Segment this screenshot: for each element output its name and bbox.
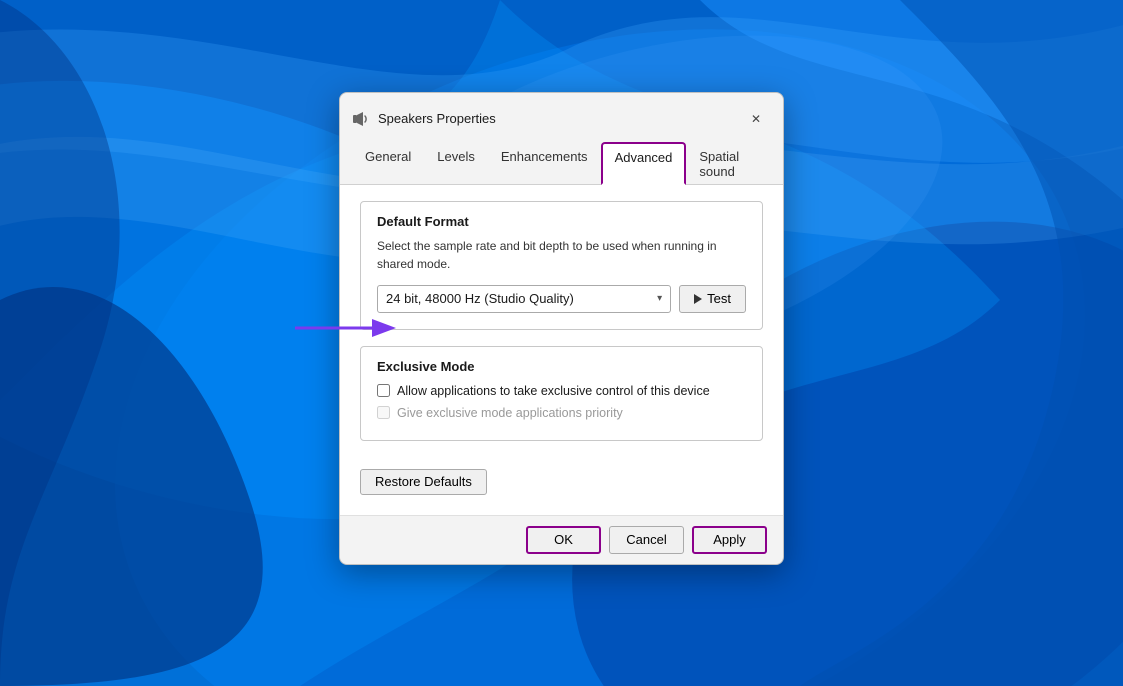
dialog-overlay: Speakers Properties ✕ General Levels Enh… xyxy=(0,0,1123,686)
default-format-title: Default Format xyxy=(377,214,746,229)
ok-button[interactable]: OK xyxy=(526,526,601,554)
default-format-section: Default Format Select the sample rate an… xyxy=(360,201,763,330)
dialog-window: Speakers Properties ✕ General Levels Enh… xyxy=(339,92,784,565)
close-button[interactable]: ✕ xyxy=(741,107,771,131)
format-row: 24 bit, 48000 Hz (Studio Quality) ▾ Test xyxy=(377,285,746,313)
exclusive-control-checkbox[interactable] xyxy=(377,384,390,397)
format-select-value: 24 bit, 48000 Hz (Studio Quality) xyxy=(386,291,574,306)
exclusive-priority-row: Give exclusive mode applications priorit… xyxy=(377,406,746,420)
title-bar: Speakers Properties ✕ xyxy=(340,93,783,133)
exclusive-mode-title: Exclusive Mode xyxy=(377,359,746,374)
exclusive-mode-box: Exclusive Mode Allow applications to tak… xyxy=(360,346,763,441)
exclusive-priority-label: Give exclusive mode applications priorit… xyxy=(397,406,623,420)
restore-area: Restore Defaults xyxy=(360,457,763,499)
format-select[interactable]: 24 bit, 48000 Hz (Studio Quality) ▾ xyxy=(377,285,671,313)
dialog-footer: OK Cancel Apply xyxy=(340,515,783,564)
dialog-title: Speakers Properties xyxy=(378,111,741,126)
exclusive-priority-checkbox[interactable] xyxy=(377,406,390,419)
play-icon xyxy=(694,294,702,304)
tab-levels[interactable]: Levels xyxy=(424,142,488,185)
tab-spatial-sound[interactable]: Spatial sound xyxy=(686,142,771,185)
test-button-label: Test xyxy=(707,291,731,306)
tab-advanced[interactable]: Advanced xyxy=(601,142,687,185)
tab-enhancements[interactable]: Enhancements xyxy=(488,142,601,185)
dialog-content: Default Format Select the sample rate an… xyxy=(340,185,783,515)
exclusive-control-label[interactable]: Allow applications to take exclusive con… xyxy=(397,384,710,398)
default-format-desc: Select the sample rate and bit depth to … xyxy=(377,237,746,273)
default-format-box: Default Format Select the sample rate an… xyxy=(360,201,763,330)
test-button[interactable]: Test xyxy=(679,285,746,313)
exclusive-control-row: Allow applications to take exclusive con… xyxy=(377,384,746,398)
speaker-icon xyxy=(352,110,370,128)
tabs-container: General Levels Enhancements Advanced Spa… xyxy=(340,133,783,185)
dropdown-arrow-icon: ▾ xyxy=(657,293,662,304)
cancel-button[interactable]: Cancel xyxy=(609,526,684,554)
tab-general[interactable]: General xyxy=(352,142,424,185)
restore-defaults-button[interactable]: Restore Defaults xyxy=(360,469,487,495)
exclusive-mode-section: Exclusive Mode Allow applications to tak… xyxy=(360,346,763,441)
apply-button[interactable]: Apply xyxy=(692,526,767,554)
